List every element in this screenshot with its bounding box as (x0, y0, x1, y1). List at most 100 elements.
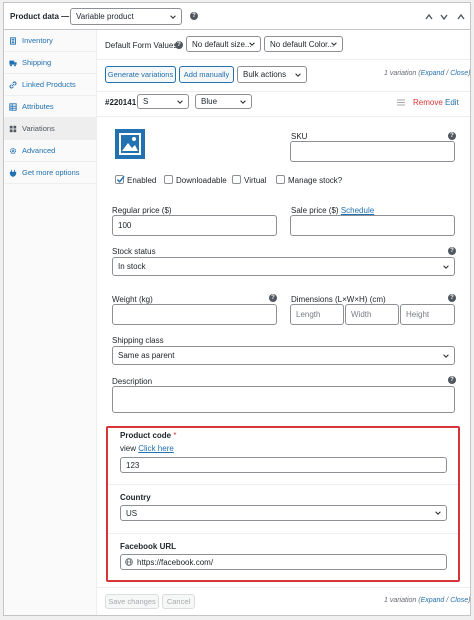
schedule-link[interactable]: Schedule (341, 206, 374, 215)
product-type-select[interactable]: Variable product (70, 8, 182, 25)
move-up-icon[interactable] (424, 12, 434, 22)
variation-id: #220141 (105, 98, 137, 107)
divider (97, 587, 470, 588)
tab-linked-products[interactable]: Linked Products (4, 74, 97, 96)
variation-image-placeholder[interactable] (115, 129, 145, 159)
default-color-select[interactable]: No default Color... (264, 36, 343, 52)
manage-stock-label: Manage stock? (288, 176, 343, 185)
sale-price-label-text: Sale price ($) (291, 206, 339, 215)
sku-input[interactable] (290, 141, 455, 162)
weight-input[interactable] (112, 304, 277, 325)
variation-color-value: Blue (201, 97, 218, 106)
close-link[interactable]: Close (450, 597, 468, 604)
divider (97, 116, 470, 117)
dimensions-label: Dimensions (L×W×H) (cm) (291, 295, 386, 304)
height-input[interactable]: Height (400, 304, 455, 325)
help-icon[interactable]: ? (448, 294, 456, 302)
width-input[interactable]: Width (345, 304, 399, 325)
help-icon[interactable]: ? (448, 376, 456, 384)
virtual-label: Virtual (244, 176, 267, 185)
chevron-down-icon (443, 264, 449, 269)
stock-status-value: In stock (118, 262, 146, 271)
cancel-button[interactable]: Cancel (162, 594, 195, 609)
regular-price-value: 100 (118, 221, 132, 230)
tab-label: Variations (22, 124, 55, 133)
separator: / (446, 597, 449, 604)
enabled-label: Enabled (127, 176, 157, 185)
country-select[interactable]: US (120, 505, 447, 521)
panel-title: Product data — (10, 12, 70, 21)
panel-header: Product data — Variable product ? (4, 3, 470, 30)
collapse-icon[interactable] (456, 12, 466, 22)
virtual-checkbox[interactable] (232, 175, 241, 184)
sku-label: SKU (291, 132, 308, 141)
chevron-down-icon (249, 42, 255, 46)
help-icon[interactable]: ? (190, 12, 198, 20)
help-icon[interactable]: ? (448, 247, 456, 255)
tab-advanced[interactable]: Advanced (4, 140, 97, 162)
click-here-link[interactable]: Click here (138, 444, 174, 453)
stock-status-select[interactable]: In stock (112, 257, 455, 276)
shipping-class-select[interactable]: Same as parent (112, 346, 455, 365)
list-icon (9, 102, 17, 111)
required-mark: * (173, 431, 177, 440)
variation-size-select[interactable]: S (137, 94, 189, 109)
edit-link[interactable]: Edit (445, 98, 459, 107)
regular-price-input[interactable]: 100 (112, 215, 277, 236)
sale-price-label: Sale price ($) Schedule (291, 206, 374, 215)
product-code-input[interactable]: 123 (120, 457, 447, 473)
plugin-icon (9, 169, 17, 177)
chevron-down-icon (170, 14, 176, 19)
move-down-icon[interactable] (439, 12, 449, 22)
save-changes-button[interactable]: Save changes (105, 594, 159, 609)
tab-inventory[interactable]: Inventory (4, 30, 97, 52)
sale-price-input[interactable] (290, 215, 455, 236)
regular-price-label: Regular price ($) (112, 206, 172, 215)
expand-link[interactable]: Expand (421, 70, 445, 77)
tab-get-more-options[interactable]: Get more options (4, 162, 97, 184)
help-icon[interactable]: ? (269, 294, 277, 302)
bulk-actions-select[interactable]: Bulk actions (237, 66, 307, 83)
expand-link[interactable]: Expand (421, 597, 445, 604)
default-size-select[interactable]: No default size... (186, 36, 261, 52)
downloadable-label: Downloadable (176, 176, 227, 185)
weight-label: Weight (kg) (112, 295, 153, 304)
facebook-url-value: https://facebook.com/ (137, 557, 214, 567)
length-input[interactable]: Length (290, 304, 344, 325)
remove-link[interactable]: Remove (413, 98, 443, 107)
variation-count-top: 1 variation (Expand / Close) (384, 70, 471, 77)
chevron-down-icon (331, 42, 337, 46)
facebook-url-input[interactable]: https://facebook.com/ (120, 554, 447, 570)
product-code-value: 123 (126, 460, 140, 470)
length-placeholder: Length (296, 310, 321, 319)
product-code-description: view Click here (120, 444, 174, 453)
tab-label: Linked Products (22, 80, 76, 89)
divider (97, 91, 470, 92)
enabled-checkbox[interactable] (115, 175, 125, 184)
drag-handle-icon[interactable] (397, 99, 405, 106)
tab-label: Inventory (22, 36, 53, 45)
default-color-value: No default Color... (270, 39, 335, 49)
default-size-value: No default size... (192, 39, 252, 49)
help-icon[interactable]: ? (175, 41, 183, 49)
description-textarea[interactable] (112, 386, 455, 413)
product-type-value: Variable product (76, 12, 134, 21)
variation-color-select[interactable]: Blue (195, 94, 252, 109)
separator: / (446, 70, 449, 77)
country-value: US (126, 508, 138, 518)
facebook-url-label: Facebook URL (120, 542, 177, 551)
gear-icon (9, 147, 17, 154)
downloadable-checkbox[interactable] (164, 175, 173, 184)
manage-stock-checkbox[interactable] (276, 175, 285, 184)
product-code-label-text: Product code (120, 431, 172, 440)
add-manually-button[interactable]: Add manually (179, 66, 234, 83)
tab-attributes[interactable]: Attributes (4, 96, 97, 118)
country-label: Country (120, 493, 151, 502)
tab-variations[interactable]: Variations (4, 118, 97, 140)
globe-icon (125, 558, 133, 566)
help-icon[interactable]: ? (448, 132, 456, 140)
generate-variations-button[interactable]: Generate variations (105, 66, 176, 83)
close-link[interactable]: Close (450, 70, 468, 77)
tab-shipping[interactable]: Shipping (4, 52, 97, 74)
view-prefix: view (120, 444, 137, 453)
